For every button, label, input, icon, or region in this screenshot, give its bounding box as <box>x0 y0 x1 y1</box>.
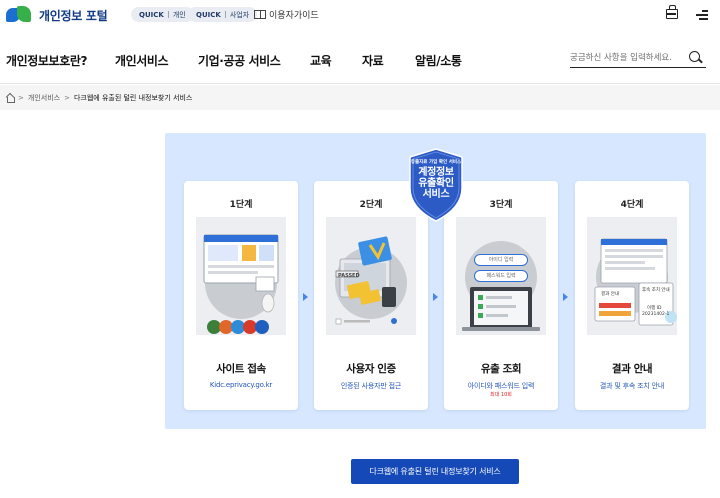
result-label: 결과 안내 <box>601 292 619 297</box>
nav-item-resources[interactable]: 자료 <box>362 52 384 69</box>
followup-label: 후속 조치 안내 <box>642 288 670 293</box>
chevron-right-icon <box>563 293 568 301</box>
top-utility-bar: 개인정보 포털 QUICK 개인 QUICK 사업자 이용자가이드 <box>0 0 720 32</box>
dark-web-lookup-button[interactable]: 다크웹에 유출된 털린 내정보찾기 서비스 <box>351 459 519 484</box>
site-access-illustration <box>196 217 286 335</box>
user-auth-illustration: PASSED <box>326 217 416 335</box>
quick-prefix: QUICK <box>139 10 164 19</box>
step-number: 4단계 <box>620 200 644 210</box>
home-icon[interactable] <box>6 94 15 103</box>
search-box <box>570 48 706 68</box>
breadcrumb: > 개인서비스 > 다크웹에 유출된 털린 내정보찾기 서비스 <box>0 85 720 110</box>
step-card-4: 4단계 결과 안내 후속 조치 안내 이행 ID 20231402-1 결과 안… <box>575 181 689 410</box>
step-title: 사용자 인증 <box>346 363 396 375</box>
user-guide-link[interactable]: 이용자가이드 <box>254 8 319 21</box>
issue-id-label: 이행 ID <box>647 306 662 311</box>
portal-logo[interactable]: 개인정보 포털 <box>6 6 108 24</box>
step-title: 사이트 접속 <box>216 363 266 375</box>
quick-prefix: QUICK <box>196 10 221 19</box>
breadcrumb-item-current: 다크웹에 유출된 털린 내정보찾기 서비스 <box>73 94 193 102</box>
step-card-1: 1단계 사이트 접속 Kidc.eprivacy.go.kr <box>184 181 298 410</box>
nav-item-education[interactable]: 교육 <box>310 52 332 69</box>
passed-label: PASSED <box>338 273 360 279</box>
nav-item-news[interactable]: 알림/소통 <box>415 52 462 69</box>
step-title: 유출 조회 <box>480 363 522 375</box>
leak-lookup-illustration: 아이디 입력 패스워드 입력 <box>456 217 546 335</box>
result-notice-illustration: 결과 안내 후속 조치 안내 이행 ID 20231402-1 <box>587 217 677 335</box>
nav-item-business-services[interactable]: 기업·공공 서비스 <box>198 52 281 69</box>
password-input-illustration: 패스워드 입력 <box>474 270 528 282</box>
quick-business-label: 사업자 <box>229 10 250 19</box>
bag-icon[interactable] <box>666 5 678 19</box>
service-shield-badge: 유출자료 가입 확인 서비스 계정정보 유출확인 서비스 <box>408 148 464 222</box>
logo-text: 개인정보 포털 <box>39 8 108 23</box>
book-icon <box>254 10 266 19</box>
step-note: 최대 10회 <box>490 392 512 398</box>
quick-personal-label: 개인 <box>172 10 186 19</box>
step-description: 인증된 사용자만 접근 <box>340 382 402 390</box>
badge-subtitle: 유출자료 가입 확인 서비스 <box>410 160 462 165</box>
id-input-illustration: 아이디 입력 <box>474 254 528 266</box>
step-description: 아이디와 패스워드 입력 <box>467 382 535 390</box>
step-number: 1단계 <box>229 200 253 210</box>
logo-icon <box>6 6 34 24</box>
menu-icon[interactable] <box>696 10 708 20</box>
chevron-right-icon: > <box>64 94 70 102</box>
chevron-right-icon: > <box>18 94 24 102</box>
quick-business-button[interactable]: QUICK 사업자 <box>188 7 258 22</box>
step-title: 결과 안내 <box>611 363 653 375</box>
chevron-right-icon <box>433 293 438 301</box>
step-description[interactable]: Kidc.eprivacy.go.kr <box>184 381 298 389</box>
quick-personal-button[interactable]: QUICK 개인 <box>131 7 194 22</box>
search-icon[interactable] <box>689 51 700 62</box>
step-description: 결과 및 후속 조치 안내 <box>599 382 665 390</box>
issue-id-value: 20231402-1 <box>642 312 670 317</box>
search-input[interactable] <box>570 50 682 66</box>
breadcrumb-item-personal[interactable]: 개인서비스 <box>28 93 60 103</box>
chevron-right-icon <box>303 293 308 301</box>
badge-title: 계정정보 유출확인 서비스 <box>418 167 454 200</box>
user-guide-label: 이용자가이드 <box>269 11 319 21</box>
nav-item-about[interactable]: 개인정보보호란? <box>6 52 87 69</box>
nav-item-personal-services[interactable]: 개인서비스 <box>115 52 169 70</box>
